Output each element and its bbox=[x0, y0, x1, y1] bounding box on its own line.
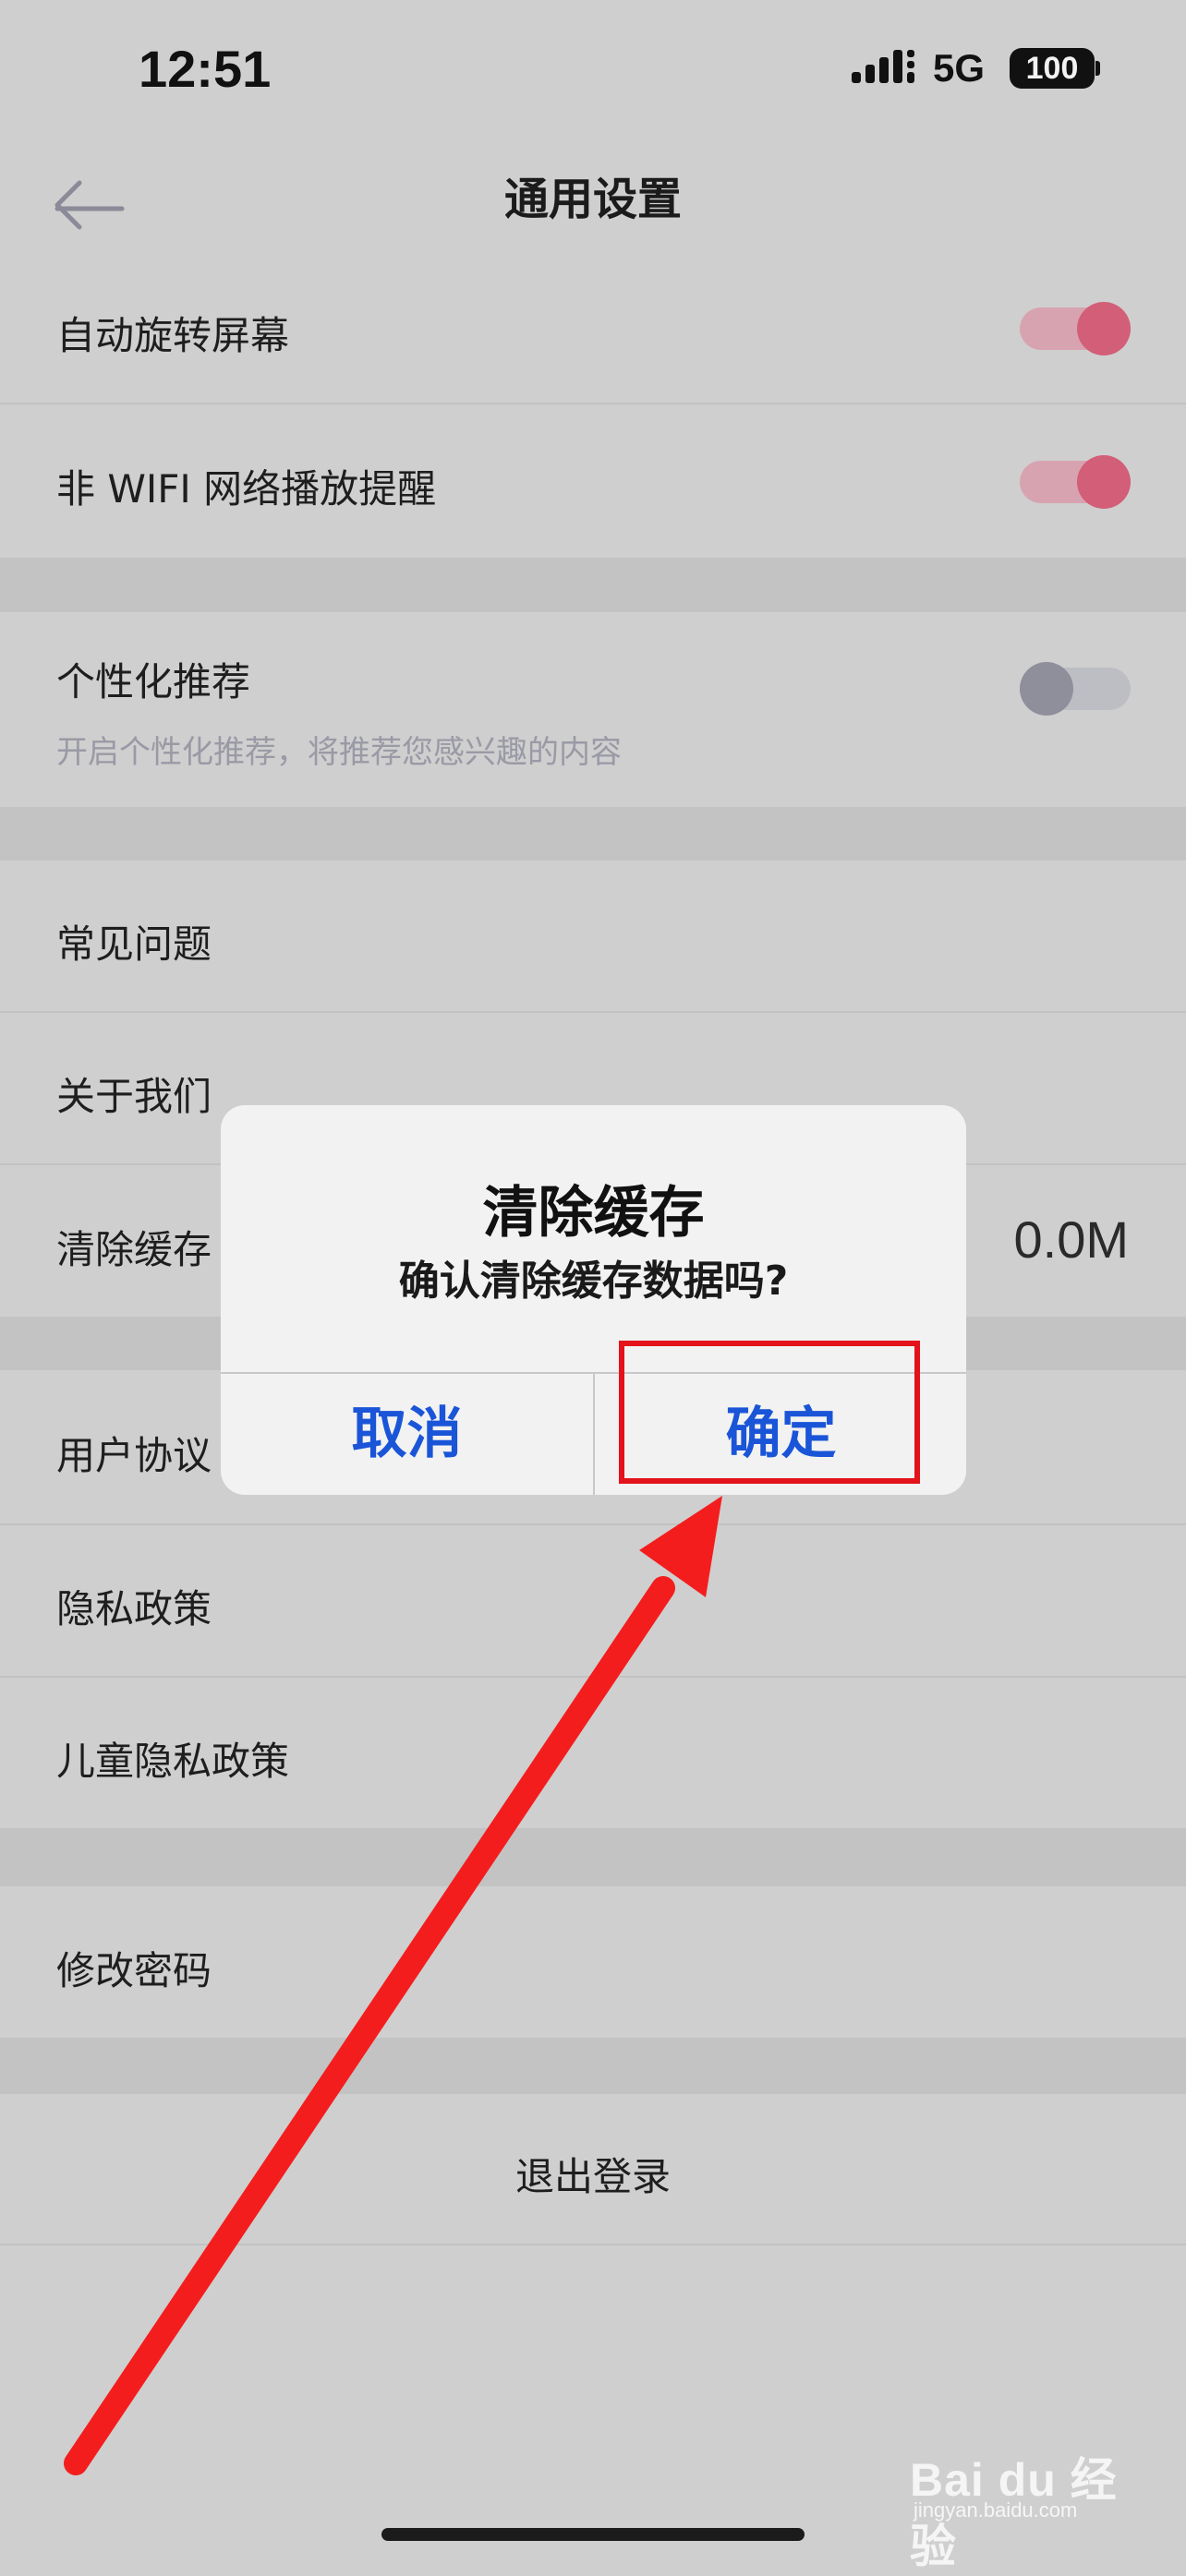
logout-button[interactable]: 退出登录 bbox=[0, 2094, 1186, 2245]
setting-row-child-privacy[interactable]: 儿童隐私政策 bbox=[0, 1678, 1186, 1828]
settings-screen: 12:51 5G 100 通用设置 自动旋转屏幕 非 WIFI 网络播放提醒 个… bbox=[0, 0, 1186, 2572]
personalized-toggle[interactable] bbox=[1020, 662, 1131, 716]
section-divider bbox=[0, 1828, 1186, 1886]
setting-row-privacy-policy[interactable]: 隐私政策 bbox=[0, 1525, 1186, 1678]
nav-bar: 通用设置 bbox=[0, 138, 1186, 249]
setting-label: 儿童隐私政策 bbox=[56, 1739, 290, 1784]
setting-label: 个性化推荐 bbox=[56, 659, 251, 704]
section-divider bbox=[0, 2038, 1186, 2094]
status-time: 12:51 bbox=[139, 40, 272, 98]
setting-label: 修改密码 bbox=[56, 1948, 212, 1993]
setting-row-personalized: 个性化推荐 开启个性化推荐，将推荐您感兴趣的内容 bbox=[0, 612, 1186, 807]
dialog-message: 确认清除缓存数据吗? bbox=[398, 1258, 789, 1305]
toggle-knob bbox=[1020, 662, 1073, 716]
dialog-title: 清除缓存 bbox=[482, 1181, 705, 1246]
setting-row-non-wifi-alert: 非 WIFI 网络播放提醒 bbox=[0, 404, 1186, 558]
watermark-url: jingyan.baidu.com bbox=[914, 2498, 1078, 2522]
toggle-knob bbox=[1077, 455, 1131, 509]
setting-label: 常见问题 bbox=[56, 921, 212, 967]
annotation-highlight-box bbox=[619, 1341, 920, 1484]
setting-label: 用户协议 bbox=[56, 1433, 212, 1478]
setting-label: 非 WIFI 网络播放提醒 bbox=[56, 466, 437, 512]
auto-rotate-toggle[interactable] bbox=[1020, 302, 1131, 355]
baidu-jingyan-watermark: Bai du 经验 jingyan.baidu.com bbox=[910, 2426, 1141, 2572]
setting-label: 自动旋转屏幕 bbox=[56, 313, 290, 358]
setting-label: 清除缓存 bbox=[56, 1227, 212, 1272]
page-title: 通用设置 bbox=[503, 174, 682, 225]
setting-row-auto-rotate: 自动旋转屏幕 bbox=[0, 251, 1186, 404]
section-divider bbox=[0, 558, 1186, 612]
dialog-cancel-button[interactable]: 取消 bbox=[221, 1374, 593, 1495]
setting-row-faq[interactable]: 常见问题 bbox=[0, 861, 1186, 1013]
network-type: 5G bbox=[933, 46, 986, 90]
cache-size-value: 0.0M bbox=[1013, 1210, 1130, 1269]
battery-icon bbox=[1095, 61, 1100, 76]
signal-strength-icon bbox=[852, 50, 914, 83]
setting-row-change-password[interactable]: 修改密码 bbox=[0, 1886, 1186, 2038]
home-indicator[interactable] bbox=[381, 2528, 805, 2541]
non-wifi-alert-toggle[interactable] bbox=[1020, 455, 1131, 509]
toggle-knob bbox=[1077, 302, 1131, 355]
logout-label: 退出登录 bbox=[514, 2154, 671, 2199]
battery-level: 100 bbox=[1010, 48, 1095, 89]
status-bar: 12:51 5G 100 bbox=[0, 0, 1186, 138]
setting-label: 隐私政策 bbox=[56, 1586, 212, 1631]
section-divider bbox=[0, 807, 1186, 861]
setting-label: 关于我们 bbox=[56, 1074, 212, 1119]
setting-description: 开启个性化推荐，将推荐您感兴趣的内容 bbox=[56, 734, 622, 771]
